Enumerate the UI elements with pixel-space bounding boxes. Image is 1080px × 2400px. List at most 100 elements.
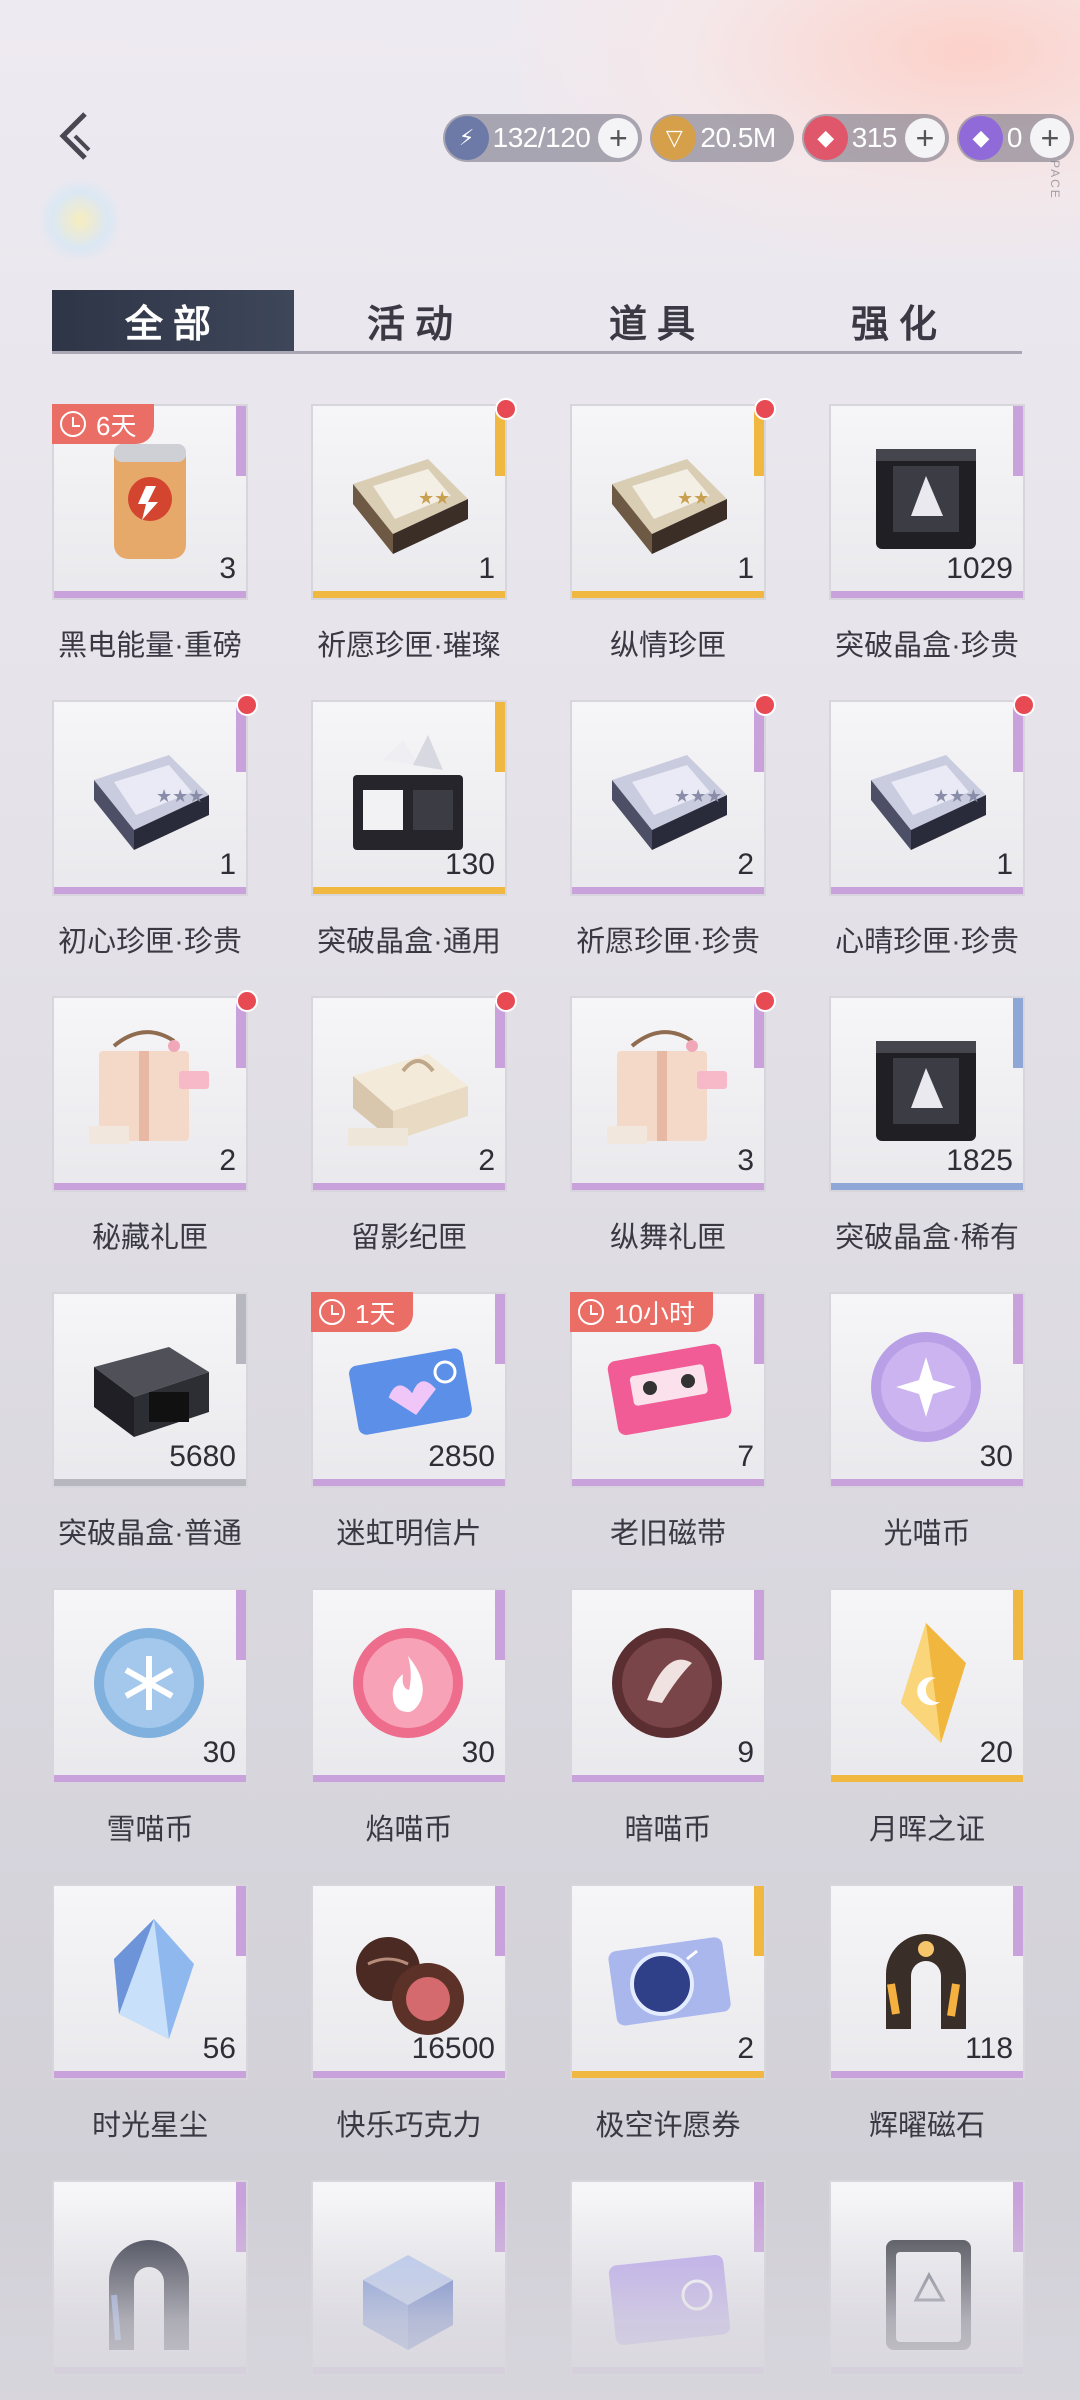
energy-can-icon — [74, 424, 224, 574]
wish-ticket-icon — [592, 1904, 742, 2054]
item-count: 2 — [737, 2032, 754, 2065]
rarity-strip — [495, 1590, 505, 1660]
expiry-badge: 10小时 — [570, 1292, 713, 1332]
rarity-bar — [313, 887, 505, 894]
purple-ticket-icon — [592, 2200, 742, 2350]
resource-bar: ⚡ 132/120 + ▽ 20.5M ◆ 315 + ◆ 0 + — [442, 114, 1074, 164]
item-card[interactable]: 1825 — [829, 996, 1025, 1192]
gift-box-icon — [592, 1016, 742, 1166]
rarity-bar — [831, 591, 1023, 598]
item-name: 暗喵币 — [624, 1814, 712, 1846]
tab-2[interactable]: 道具 — [536, 290, 778, 351]
rarity-strip — [1013, 1590, 1023, 1660]
item-card[interactable]: 16500 — [311, 1884, 507, 2080]
item-card[interactable]: ★★★ 2 — [570, 700, 766, 896]
expiry-badge: 6天 — [52, 404, 155, 444]
item-card[interactable]: ★★ 1 — [311, 404, 507, 600]
rarity-strip — [1013, 1294, 1023, 1364]
rarity-strip — [754, 1886, 764, 1956]
item-name: 初心珍匣·珍贵 — [58, 926, 242, 958]
rarity-strip — [1013, 406, 1023, 476]
item-card[interactable]: 130 — [311, 700, 507, 896]
rarity-bar — [54, 591, 246, 598]
rarity-strip — [754, 2182, 764, 2252]
item-card[interactable]: 2 — [52, 996, 248, 1192]
item-name: 快乐巧克力 — [336, 2110, 482, 2142]
rarity-bar — [831, 2071, 1023, 2078]
resource-value: 0 — [1006, 122, 1023, 153]
snow-coin-icon — [74, 1608, 224, 1758]
item-card[interactable]: 20 — [829, 1588, 1025, 1784]
item-card[interactable]: 118 — [829, 1884, 1025, 2080]
tab-0[interactable]: 全部 — [52, 290, 294, 351]
item-card[interactable]: 56 — [52, 1884, 248, 2080]
gold-box-icon: ★★ — [333, 424, 483, 574]
new-badge-dot — [754, 694, 776, 716]
add-diamond-button[interactable]: + — [1030, 118, 1070, 158]
rarity-bar — [54, 1775, 246, 1782]
item-count: 3 — [219, 552, 236, 585]
add-ruby-button[interactable]: + — [904, 118, 945, 158]
add-stamina-button[interactable]: + — [598, 118, 639, 158]
resource-value: 132/120 — [492, 122, 591, 153]
rarity-bar — [831, 1183, 1023, 1190]
item-card[interactable]: 30 — [311, 1588, 507, 1784]
item-count: 9 — [737, 1736, 754, 1769]
tab-1[interactable]: 活动 — [294, 290, 536, 351]
rarity-bar — [313, 2071, 505, 2078]
rarity-strip — [236, 1886, 246, 1956]
item-count: 2 — [737, 848, 754, 881]
rarity-bar — [831, 1775, 1023, 1782]
expiry-text: 6天 — [96, 410, 137, 441]
rarity-bar — [831, 887, 1023, 894]
item-card[interactable]: ★★ 1 — [570, 404, 766, 600]
rarity-strip — [1013, 1886, 1023, 1956]
item-card[interactable]: 5680 — [52, 1292, 248, 1488]
item-count: 16500 — [411, 2032, 495, 2065]
item-count: 30 — [202, 1736, 236, 1769]
item-card[interactable] — [52, 2180, 248, 2376]
item-name: 极空许愿券 — [595, 2110, 741, 2142]
svg-text:★★★: ★★★ — [156, 786, 204, 806]
new-badge-dot — [236, 990, 258, 1012]
rarity-strip — [236, 1294, 246, 1364]
light-coin-icon — [851, 1312, 1001, 1462]
item-card[interactable]: ★★★ 1 — [829, 700, 1025, 896]
item-name: 月晖之证 — [868, 1814, 985, 1846]
rarity-bar — [572, 1479, 764, 1486]
item-card[interactable]: ★★★ 1 — [52, 700, 248, 896]
expiry-badge: 1天 — [311, 1292, 414, 1332]
rarity-strip — [495, 702, 505, 772]
expiry-text: 10小时 — [614, 1298, 695, 1329]
item-card[interactable] — [311, 2180, 507, 2376]
new-badge-dot — [1013, 694, 1035, 716]
item-count: 1825 — [946, 1144, 1013, 1177]
item-card[interactable]: 2 — [311, 996, 507, 1192]
resource-value: 315 — [851, 122, 898, 153]
item-name: 雪喵币 — [106, 1814, 194, 1846]
rarity-bar — [54, 2367, 246, 2374]
lightning-icon: ⚡ — [444, 116, 489, 160]
item-card[interactable]: 30 — [829, 1292, 1025, 1488]
item-name: 祈愿珍匣·璀璨 — [317, 630, 501, 662]
back-button[interactable] — [50, 108, 100, 164]
rarity-strip — [236, 406, 246, 476]
item-count: 20 — [979, 1736, 1013, 1769]
cassette-icon — [592, 1312, 742, 1462]
card-device-icon — [851, 2200, 1001, 2350]
item-card[interactable] — [570, 2180, 766, 2376]
item-card[interactable] — [829, 2180, 1025, 2376]
item-card[interactable]: 9 — [570, 1588, 766, 1784]
item-name: 留影纪匣 — [350, 1222, 467, 1254]
item-card[interactable]: 30 — [52, 1588, 248, 1784]
tab-3[interactable]: 强化 — [778, 290, 1020, 351]
item-card[interactable]: 3 — [570, 996, 766, 1192]
resource-diamond: ◆ 0 + — [956, 114, 1074, 162]
item-count: 7 — [737, 1440, 754, 1473]
item-card[interactable]: 2 — [570, 1884, 766, 2080]
new-badge-dot — [754, 990, 776, 1012]
item-card[interactable]: 1029 — [829, 404, 1025, 600]
item-count: 2 — [219, 1144, 236, 1177]
item-name: 祈愿珍匣·珍贵 — [576, 926, 760, 958]
clock-icon — [60, 411, 86, 437]
